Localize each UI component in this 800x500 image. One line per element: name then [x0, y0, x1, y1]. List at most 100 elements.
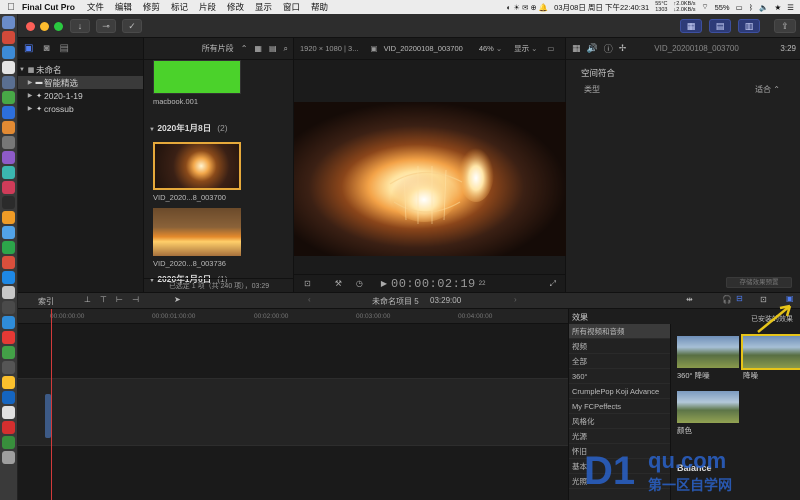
photos-audio-tab-icon[interactable]: ◙ [43, 43, 49, 54]
dock-app-icon[interactable] [2, 391, 15, 404]
library-item-smart-collections[interactable]: ▶ ▬ 智能精选 [18, 76, 143, 89]
date-group-header[interactable]: ▼ 2020年1月8日 (2) [149, 122, 228, 134]
timeline[interactable]: 00:00:00:00 00:00:01:00:00 00:02:00:00 0… [18, 309, 568, 500]
dock-app-icon[interactable] [2, 151, 15, 164]
volume-icon[interactable]: 🔈 [759, 3, 768, 12]
overwrite-clip-icon[interactable]: ⊣ [132, 295, 139, 304]
dock-app-icon[interactable] [2, 136, 15, 149]
connect-clip-icon[interactable]: ⊥ [84, 295, 91, 304]
zoom-window-button[interactable] [54, 22, 63, 31]
menu-modify[interactable]: 修改 [227, 1, 244, 13]
effects-category[interactable]: 所有视频和音频 [569, 324, 670, 339]
dock-app-icon[interactable] [2, 406, 15, 419]
search-icon[interactable]: ⌕ [284, 44, 288, 54]
forward-arrow-icon[interactable]: › [514, 295, 517, 304]
background-tasks-button[interactable]: ✓ [122, 19, 142, 33]
battery-percent[interactable]: 55% [715, 3, 730, 12]
show-inspector-button[interactable]: ▥ [738, 19, 760, 33]
minimize-window-button[interactable] [40, 22, 49, 31]
menu-window[interactable]: 窗口 [283, 1, 300, 13]
show-timeline-button[interactable]: ▤ [709, 19, 731, 33]
dock-app-icon[interactable] [2, 61, 15, 74]
library-item-event[interactable]: ▶ ✦ 2020-1-19 [18, 89, 143, 102]
disclosure-closed-icon[interactable]: ▶ [26, 105, 34, 112]
timeline-ruler[interactable]: 00:00:00:00 00:00:01:00:00 00:02:00:00 0… [18, 309, 568, 324]
index-button[interactable]: 索引 [38, 296, 54, 307]
filter-chevron-icon[interactable]: ⌃ [241, 44, 248, 53]
clip-thumbnail-selected[interactable]: VID_2020...8_003700 [153, 142, 241, 202]
video-frame[interactable] [294, 102, 566, 256]
app-menu[interactable]: Final Cut Pro [22, 2, 75, 12]
dock-app-icon[interactable] [2, 166, 15, 179]
play-button[interactable]: ▶ [381, 279, 387, 288]
retime-menu-icon[interactable]: ◷ [356, 279, 363, 288]
clip-thumbnail[interactable]: VID_2020...8_003736 [153, 208, 241, 268]
video-inspector-icon[interactable]: ▦ [572, 43, 581, 54]
datetime[interactable]: 03月08日 周日 下午22:40:31 [554, 2, 649, 13]
list-view-icon[interactable]: ▤ [269, 44, 277, 53]
share-inspector-icon[interactable]: ✢ [619, 43, 627, 54]
menu-mark[interactable]: 标记 [171, 1, 188, 13]
dock-app-icon[interactable] [2, 181, 15, 194]
effect-tile[interactable]: 360° 降噪 [677, 336, 739, 381]
save-effects-preset-button[interactable]: 存储效果预置 [726, 277, 792, 288]
bluetooth-icon[interactable]: ᛒ [749, 3, 754, 12]
finder-icon[interactable] [2, 16, 15, 29]
clip-appearance-icon[interactable]: ▦ [254, 44, 262, 53]
close-window-button[interactable] [26, 22, 35, 31]
headphones-icon[interactable]: 🎧 [722, 295, 732, 304]
wifi-icon[interactable]: ⌔ [702, 2, 709, 12]
fullscreen-icon[interactable]: ⤢ [550, 279, 556, 289]
insert-clip-icon[interactable]: ⊤ [100, 295, 107, 304]
keyword-button[interactable]: ⊸ [96, 19, 116, 33]
viewer-options-icon[interactable]: ▭ [547, 44, 554, 53]
dock-app-icon[interactable] [2, 46, 15, 59]
disclosure-closed-icon[interactable]: ▶ [26, 92, 34, 99]
libraries-tab-icon[interactable]: ▣ [24, 43, 33, 54]
star-icon[interactable]: ★ [775, 3, 782, 12]
primary-storyline[interactable] [18, 378, 568, 446]
effects-category[interactable]: 光源 [569, 429, 670, 444]
show-browser-button[interactable]: ▦ [680, 19, 702, 33]
display-dropdown[interactable]: 显示 [514, 43, 529, 54]
snapping-icon[interactable]: ⊟ [736, 294, 743, 303]
clip-filter-dropdown[interactable]: 所有片段 [202, 43, 234, 54]
dock-app-icon[interactable] [2, 421, 15, 434]
dock-app-icon[interactable] [2, 331, 15, 344]
info-inspector-icon[interactable]: ⓘ [604, 42, 613, 55]
menu-file[interactable]: 文件 [87, 1, 104, 13]
dock-app-icon[interactable] [2, 196, 15, 209]
zoom-chevron-icon[interactable]: ⌄ [496, 44, 502, 53]
control-center-icon[interactable]: ☰ [787, 3, 794, 12]
timecode-display[interactable]: 00:00:02:19 [391, 277, 476, 291]
skimming-icon[interactable]: ⇹ [686, 295, 693, 304]
effects-category[interactable]: 360° [569, 369, 670, 384]
dock-app-icon[interactable] [2, 316, 15, 329]
effects-category[interactable]: 风格化 [569, 414, 670, 429]
status-icons[interactable]: ◐ ☀ ✉ ⊕ 🔔 [507, 3, 549, 12]
type-dropdown[interactable]: 适合 ⌃ [755, 84, 780, 95]
dock-app-icon[interactable] [2, 361, 15, 374]
display-chevron-icon[interactable]: ⌄ [531, 44, 537, 53]
dock-app-icon[interactable] [2, 211, 15, 224]
disclosure-closed-icon[interactable]: ▶ [26, 79, 34, 86]
append-clip-icon[interactable]: ⊢ [116, 295, 123, 304]
dock-app-icon[interactable] [2, 31, 15, 44]
disclosure-open-icon[interactable]: ▼ [18, 67, 26, 73]
dock-app-icon[interactable] [2, 346, 15, 359]
dock-app-icon[interactable] [2, 376, 15, 389]
dock-app-icon[interactable] [2, 256, 15, 269]
menu-help[interactable]: 帮助 [311, 1, 328, 13]
effects-category[interactable]: 全部 [569, 354, 670, 369]
effect-tile[interactable]: 降噪 [741, 334, 800, 381]
dock-app-icon[interactable] [2, 436, 15, 449]
transform-menu-icon[interactable]: ⊡ [304, 279, 311, 288]
dock-app-icon[interactable] [2, 91, 15, 104]
menu-edit[interactable]: 编辑 [115, 1, 132, 13]
menu-clip[interactable]: 片段 [199, 1, 216, 13]
section-title[interactable]: 空间符合 [566, 67, 800, 79]
effects-category[interactable]: CrumplePop Koji Advance [569, 384, 670, 399]
dock-app-icon[interactable] [2, 241, 15, 254]
battery-icon[interactable]: ▭ [736, 3, 743, 12]
dock-app-icon[interactable] [2, 121, 15, 134]
